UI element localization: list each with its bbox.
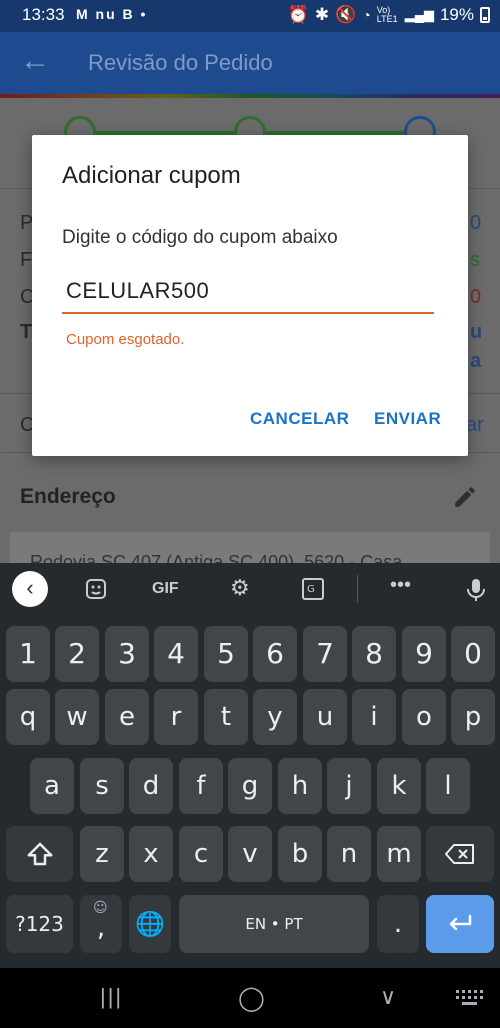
dialog-title: Adicionar cupom — [62, 162, 241, 189]
key-c[interactable]: c — [179, 826, 223, 882]
key-a[interactable]: a — [30, 758, 74, 814]
wifi-icon: ◔ — [362, 7, 371, 23]
comma-key[interactable]: ☺ , — [80, 895, 122, 953]
alarm-icon: ⏰ — [287, 5, 309, 24]
emoji-icon: ☺ — [93, 900, 108, 916]
keyboard-toolbar: ‹ GIF ⚙ G ••• — [0, 563, 500, 615]
enter-icon[interactable] — [426, 895, 494, 953]
backspace-icon[interactable] — [426, 826, 494, 882]
key-5[interactable]: 5 — [204, 626, 248, 682]
summary-row-initial: F — [20, 249, 33, 271]
summary-row-initial: T — [20, 321, 33, 343]
key-1[interactable]: 1 — [6, 626, 50, 682]
key-t[interactable]: t — [204, 689, 248, 745]
svg-text:G: G — [307, 584, 315, 595]
bluetooth-icon: ✱ — [314, 5, 330, 24]
signal-icon: ▂▄▆ — [404, 7, 434, 22]
key-j[interactable]: j — [327, 758, 371, 814]
chevron-left-icon[interactable]: ‹ — [12, 571, 48, 607]
key-2[interactable]: 2 — [55, 626, 99, 682]
keyboard: ‹ GIF ⚙ G ••• 1 2 3 4 5 6 7 8 9 0 q w e … — [0, 563, 500, 968]
summary-value-edge: s — [470, 249, 480, 271]
key-m[interactable]: m — [377, 826, 421, 882]
page-title: Revisão do Pedido — [88, 50, 273, 75]
microphone-icon[interactable] — [464, 577, 488, 603]
mute-icon: 🔇 — [335, 5, 357, 24]
gif-button[interactable]: GIF — [152, 580, 179, 598]
key-q[interactable]: q — [6, 689, 50, 745]
key-3[interactable]: 3 — [105, 626, 149, 682]
key-v[interactable]: v — [228, 826, 272, 882]
key-9[interactable]: 9 — [402, 626, 446, 682]
coupon-error-message: Cupom esgotado. — [66, 331, 185, 348]
key-x[interactable]: x — [129, 826, 173, 882]
shift-icon[interactable] — [6, 826, 73, 882]
keyboard-hide-icon[interactable] — [456, 990, 484, 1006]
summary-value-edge: 0 — [470, 212, 482, 234]
key-e[interactable]: e — [105, 689, 149, 745]
key-u[interactable]: u — [303, 689, 347, 745]
key-i[interactable]: i — [352, 689, 396, 745]
recents-icon[interactable]: ||| — [100, 984, 123, 1010]
navigation-bar: ||| ◯ ∨ — [0, 968, 500, 1028]
key-f[interactable]: f — [179, 758, 223, 814]
clock: 13:33 — [22, 5, 65, 24]
period-key[interactable]: . — [377, 895, 419, 953]
coupon-dialog: Adicionar cupom Digite o código do cupom… — [32, 135, 468, 456]
summary-value-edge: a — [470, 350, 482, 372]
key-p[interactable]: p — [451, 689, 495, 745]
key-y[interactable]: y — [253, 689, 297, 745]
key-k[interactable]: k — [377, 758, 421, 814]
key-d[interactable]: d — [129, 758, 173, 814]
send-button[interactable]: ENVIAR — [374, 409, 441, 429]
gear-icon[interactable]: ⚙ — [230, 575, 250, 601]
battery-icon — [480, 7, 490, 23]
address-section-title: Endereço — [20, 485, 116, 508]
key-6[interactable]: 6 — [253, 626, 297, 682]
key-z[interactable]: z — [80, 826, 124, 882]
globe-icon[interactable]: 🌐 — [129, 895, 171, 953]
key-w[interactable]: w — [55, 689, 99, 745]
status-bar: 13:33 M nu B • ⏰ ✱ 🔇 ◔ Vo) LTE1 ▂▄▆ 19% — [0, 0, 500, 32]
key-o[interactable]: o — [402, 689, 446, 745]
summary-value-edge: 0 — [470, 286, 482, 308]
sticker-icon[interactable] — [84, 577, 108, 601]
network-label: Vo) LTE1 — [376, 5, 398, 24]
toolbar-separator — [357, 575, 358, 603]
key-0[interactable]: 0 — [451, 626, 495, 682]
key-h[interactable]: h — [278, 758, 322, 814]
back-arrow-icon[interactable]: ← — [20, 46, 50, 76]
system-icons: ⏰ ✱ 🔇 ◔ Vo) LTE1 ▂▄▆ 19% — [288, 5, 490, 25]
key-7[interactable]: 7 — [303, 626, 347, 682]
battery-percent: 19% — [439, 5, 474, 24]
key-4[interactable]: 4 — [154, 626, 198, 682]
home-icon[interactable]: ◯ — [238, 984, 265, 1013]
app-bar: ← Revisão do Pedido — [0, 32, 500, 94]
notification-icons: M nu B • — [76, 6, 148, 22]
key-b[interactable]: b — [278, 826, 322, 882]
key-l[interactable]: l — [426, 758, 470, 814]
key-s[interactable]: s — [80, 758, 124, 814]
dialog-message: Digite o código do cupom abaixo — [62, 227, 338, 248]
translate-icon[interactable]: G — [301, 577, 325, 601]
edit-pencil-icon[interactable] — [452, 484, 478, 510]
key-8[interactable]: 8 — [352, 626, 396, 682]
key-n[interactable]: n — [327, 826, 371, 882]
cancel-button[interactable]: CANCELAR — [250, 409, 349, 429]
symbols-key[interactable]: ?123 — [6, 895, 73, 953]
key-r[interactable]: r — [154, 689, 198, 745]
summary-value-edge: u — [470, 321, 483, 343]
space-bar[interactable]: EN • PT — [179, 895, 369, 953]
key-g[interactable]: g — [228, 758, 272, 814]
more-options-icon[interactable]: ••• — [390, 574, 411, 597]
back-chevron-icon[interactable]: ∨ — [380, 984, 396, 1010]
coupon-link-edge: ar — [466, 414, 484, 436]
coupon-code-input[interactable]: CELULAR500 — [62, 278, 434, 314]
